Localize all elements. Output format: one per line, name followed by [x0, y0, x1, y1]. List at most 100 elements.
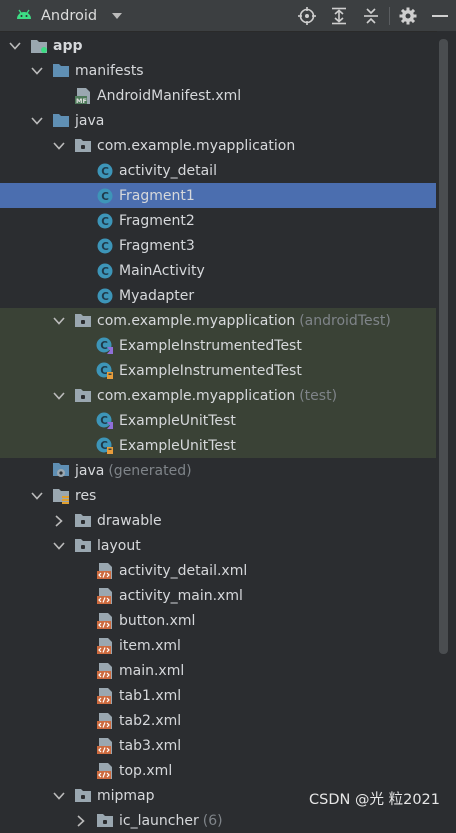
- chevron-down-icon[interactable]: [53, 390, 65, 402]
- tree-item-fragment3[interactable]: C Fragment3: [0, 233, 436, 258]
- tree-item-item-xml[interactable]: item.xml: [0, 633, 436, 658]
- tree-item-label: activity_main.xml: [119, 587, 243, 604]
- tree-item-label: ExampleUnitTest: [119, 437, 236, 454]
- svg-text:C: C: [100, 340, 108, 352]
- svg-text:C: C: [101, 266, 109, 278]
- toolbar-separator: [389, 6, 390, 25]
- tree-item-suffix: (androidTest): [299, 312, 391, 329]
- arrow-spacer: [75, 215, 87, 227]
- tree-item-tab3-xml[interactable]: tab3.xml: [0, 733, 436, 758]
- tree-item-tab1-xml[interactable]: tab1.xml: [0, 683, 436, 708]
- tree-item-ic-launcher[interactable]: ic_launcher (6): [0, 808, 436, 833]
- arrow-spacer: [75, 340, 87, 352]
- tree-item-label: com.example.myapplication: [97, 387, 296, 404]
- module-folder-icon: [30, 37, 48, 55]
- tree-item-manifests[interactable]: manifests: [0, 58, 436, 83]
- tree-item-suffix: (6): [202, 812, 223, 829]
- tree-item-label: AndroidManifest.xml: [97, 87, 242, 104]
- chevron-down-icon[interactable]: [53, 315, 65, 327]
- tree-item-layout[interactable]: layout: [0, 533, 436, 558]
- chevron-down-icon[interactable]: [31, 65, 43, 77]
- tree-item-label: tab3.xml: [119, 737, 182, 754]
- expand-all-icon[interactable]: [323, 0, 355, 31]
- collapse-all-icon[interactable]: [355, 0, 387, 31]
- tree-item-main-activity[interactable]: C MainActivity: [0, 258, 436, 283]
- chevron-down-icon[interactable]: [31, 490, 43, 502]
- tree-item-activity-main-xml[interactable]: activity_main.xml: [0, 583, 436, 608]
- layout-xml-icon: [96, 687, 114, 705]
- chevron-down-icon[interactable]: [53, 540, 65, 552]
- tree-item-package-test[interactable]: com.example.myapplication (test): [0, 383, 436, 408]
- tree-item-label: ExampleUnitTest: [119, 412, 236, 429]
- tree-item-label: item.xml: [119, 637, 181, 654]
- tree-item-main-xml[interactable]: main.xml: [0, 658, 436, 683]
- tree-item-label: com.example.myapplication: [97, 312, 296, 329]
- scrollbar[interactable]: [437, 31, 456, 819]
- arrow-spacer: [75, 740, 87, 752]
- java-test-class-icon: C: [96, 437, 114, 455]
- class-icon: C: [96, 187, 114, 205]
- project-tree: app manifests MF AndroidManifest.xml java com…: [0, 33, 436, 833]
- arrow-spacer: [75, 265, 87, 277]
- arrow-spacer: [75, 565, 87, 577]
- layout-xml-icon: [96, 562, 114, 580]
- gear-icon[interactable]: [392, 0, 424, 31]
- tree-item-java[interactable]: java: [0, 108, 436, 133]
- tree-item-java-generated[interactable]: java (generated): [0, 458, 436, 483]
- generated-folder-icon: [52, 462, 70, 480]
- chevron-down-icon[interactable]: [53, 140, 65, 152]
- chevron-right-icon[interactable]: [75, 814, 87, 827]
- kotlin-test-class-icon: C: [96, 337, 114, 355]
- tree-item-activity-detail[interactable]: Cactivity_detail: [0, 158, 436, 183]
- tree-item-res[interactable]: res: [0, 483, 436, 508]
- chevron-down-icon[interactable]: [53, 790, 65, 802]
- view-selector[interactable]: Android: [0, 0, 123, 31]
- class-icon: C: [96, 212, 114, 230]
- watermark: CSDN @光 粒2021: [309, 792, 440, 808]
- minimize-icon[interactable]: [424, 0, 456, 31]
- layout-xml-icon: [96, 712, 114, 730]
- scrollbar-thumb[interactable]: [439, 39, 448, 654]
- tree-item-label: com.example.myapplication: [97, 137, 296, 154]
- tree-item-example-unit-test-2[interactable]: C ExampleUnitTest: [0, 433, 436, 458]
- java-test-class-icon: C: [96, 362, 114, 380]
- tree-item-top-xml[interactable]: top.xml: [0, 758, 436, 783]
- tree-item-app[interactable]: app: [0, 33, 436, 58]
- tree-item-example-unit-test-1[interactable]: C ExampleUnitTest: [0, 408, 436, 433]
- tree-item-myadapter[interactable]: C Myadapter: [0, 283, 436, 308]
- tree-item-label: mipmap: [97, 787, 155, 804]
- tree-item-label: tab1.xml: [119, 687, 182, 704]
- tree-item-fragment1[interactable]: C Fragment1: [0, 183, 436, 208]
- arrow-spacer: [75, 415, 87, 427]
- tree-item-fragment2[interactable]: C Fragment2: [0, 208, 436, 233]
- tree-item-android-manifest[interactable]: MF AndroidManifest.xml: [0, 83, 436, 108]
- chevron-right-icon[interactable]: [53, 514, 65, 527]
- class-icon: C: [96, 287, 114, 305]
- tree-item-drawable[interactable]: drawable: [0, 508, 436, 533]
- tree-item-label: Fragment1: [119, 187, 195, 204]
- chevron-down-icon[interactable]: [31, 115, 43, 127]
- svg-text:MF: MF: [76, 97, 87, 105]
- arrow-spacer: [75, 240, 87, 252]
- tree-item-activity-detail-xml[interactable]: activity_detail.xml: [0, 558, 436, 583]
- layout-xml-icon: [96, 737, 114, 755]
- tree-item-label: activity_detail.xml: [119, 562, 248, 579]
- class-icon: C: [96, 237, 114, 255]
- tree-item-package-android-test[interactable]: com.example.myapplication (androidTest): [0, 308, 436, 333]
- chevron-down-icon: [111, 8, 123, 24]
- arrow-spacer: [75, 190, 87, 202]
- package-folder-icon: [74, 537, 92, 555]
- android-icon: [16, 8, 32, 24]
- chevron-down-icon[interactable]: [9, 40, 21, 52]
- tree-item-package-main[interactable]: com.example.myapplication: [0, 133, 436, 158]
- arrow-spacer: [75, 665, 87, 677]
- tree-item-example-instrumented-test-2[interactable]: C ExampleInstrumentedTest: [0, 358, 436, 383]
- locate-icon[interactable]: [291, 0, 323, 31]
- tree-item-button-xml[interactable]: button.xml: [0, 608, 436, 633]
- arrow-spacer: [75, 440, 87, 452]
- tree-item-example-instrumented-test-1[interactable]: C ExampleInstrumentedTest: [0, 333, 436, 358]
- tree-item-tab2-xml[interactable]: tab2.xml: [0, 708, 436, 733]
- project-toolbar: Android: [0, 0, 456, 32]
- tree-item-label: main.xml: [119, 662, 185, 679]
- svg-text:C: C: [101, 166, 109, 178]
